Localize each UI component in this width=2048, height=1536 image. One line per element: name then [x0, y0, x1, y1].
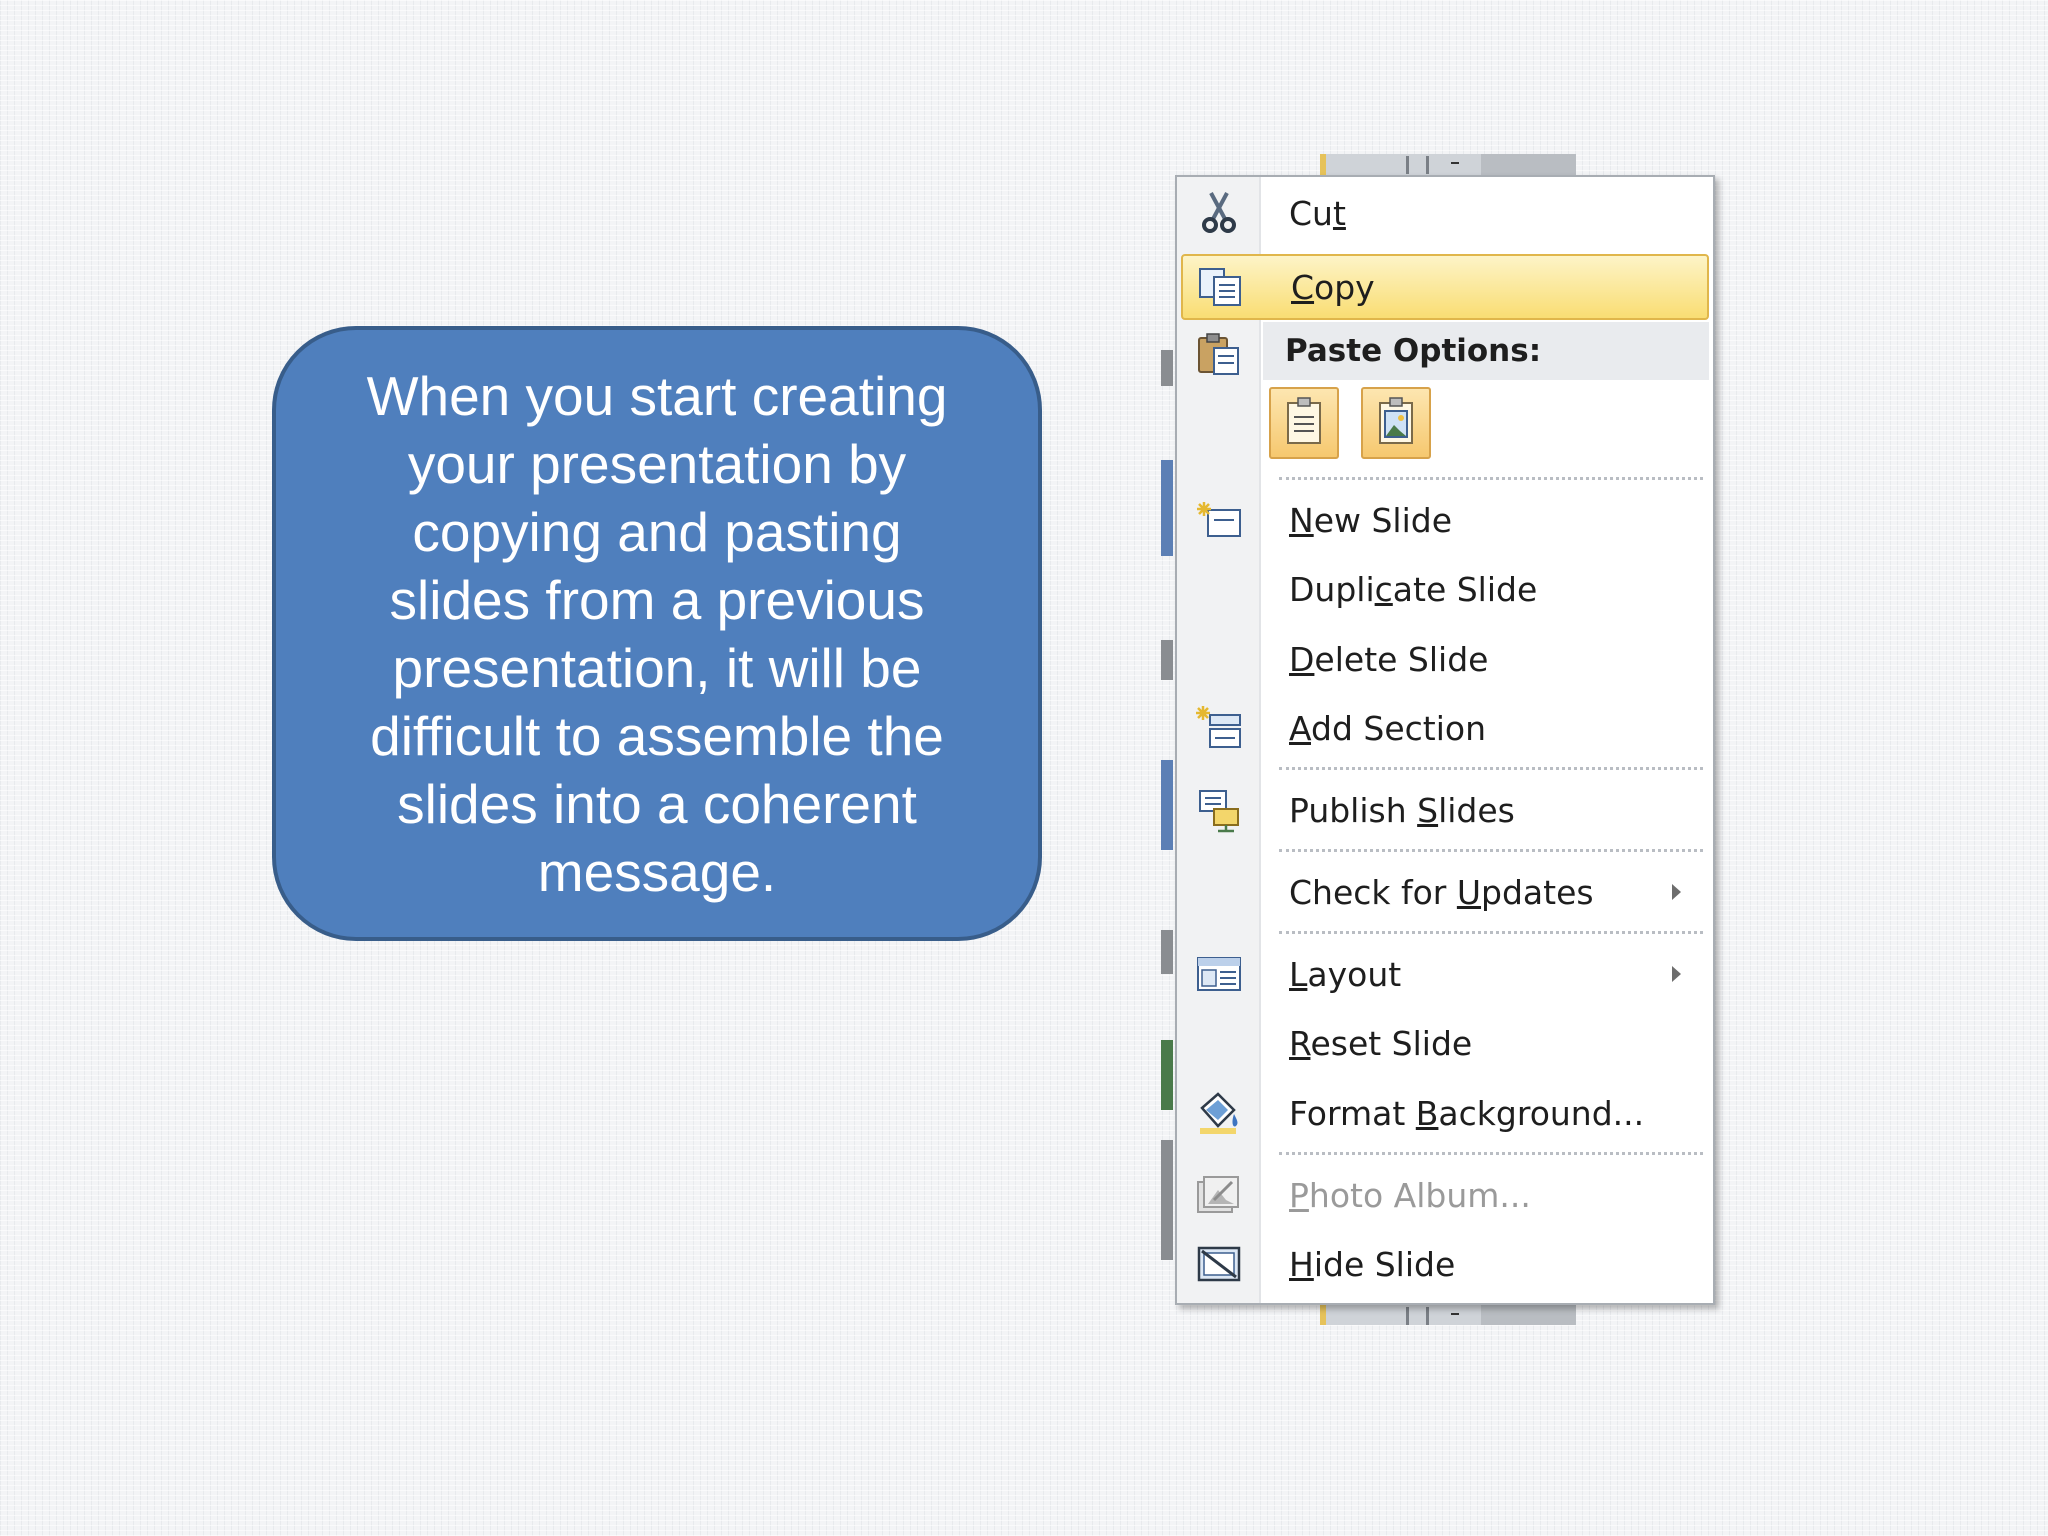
- menu-item-format-background[interactable]: Format Background...: [1181, 1080, 1709, 1146]
- menu-item-layout[interactable]: Layout: [1181, 941, 1709, 1007]
- menu-item-cut[interactable]: Cut: [1181, 180, 1709, 246]
- scissors-icon: [1195, 189, 1243, 237]
- paste-options-label: Paste Options:: [1285, 333, 1542, 369]
- slide-thumbnail-edge: [1161, 460, 1173, 556]
- menu-item-label: Check for Updates: [1289, 872, 1594, 912]
- callout-text: When you start creating your presentatio…: [366, 364, 948, 903]
- paste-as-picture-button[interactable]: [1361, 387, 1431, 459]
- menu-item-reset-slide[interactable]: Reset Slide: [1181, 1010, 1709, 1076]
- ruler-tick: [1426, 1307, 1429, 1325]
- layout-icon: [1195, 950, 1243, 998]
- paste-use-destination-theme-button[interactable]: [1269, 387, 1339, 459]
- slide-thumbnail-edge: [1161, 760, 1173, 850]
- menu-item-label: New Slide: [1289, 500, 1453, 540]
- menu-item-duplicate-slide[interactable]: Duplicate Slide: [1181, 556, 1709, 622]
- menu-item-label: Add Section: [1289, 708, 1486, 748]
- ruler-dash: [1451, 1313, 1459, 1315]
- menu-separator: [1279, 477, 1703, 480]
- ruler-dash: [1451, 162, 1459, 164]
- menu-item-label: Delete Slide: [1289, 639, 1489, 679]
- publish-slides-icon: [1195, 786, 1243, 834]
- menu-item-label: Publish Slides: [1289, 790, 1515, 830]
- add-section-icon: [1195, 704, 1243, 752]
- menu-item-label: Cut: [1289, 193, 1346, 233]
- slide-thumbnail-edge: [1161, 1140, 1173, 1260]
- menu-separator: [1279, 1152, 1703, 1155]
- paste-options-row: [1269, 387, 1431, 467]
- ruler-tick: [1406, 1307, 1409, 1325]
- menu-item-delete-slide[interactable]: Delete Slide: [1181, 626, 1709, 692]
- menu-item-label: Reset Slide: [1289, 1023, 1473, 1063]
- menu-separator: [1279, 931, 1703, 934]
- ruler-fragment-bottom: [1320, 1305, 1576, 1325]
- ruler-tick: [1426, 156, 1429, 174]
- menu-item-check-for-updates[interactable]: Check for Updates: [1181, 859, 1709, 925]
- clipboard-icon: [1195, 330, 1243, 378]
- ruler-fragment-top: [1320, 154, 1576, 176]
- ruler-tick: [1406, 156, 1409, 174]
- slide-context-menu: Cut Copy Paste Options: New Slide Duplic…: [1175, 175, 1715, 1305]
- menu-item-copy[interactable]: Copy: [1181, 254, 1709, 320]
- copy-icon: [1197, 263, 1245, 311]
- new-slide-icon: [1195, 496, 1243, 544]
- slide-thumbnail-edge: [1161, 350, 1173, 386]
- menu-item-label: Duplicate Slide: [1289, 569, 1538, 609]
- menu-item-new-slide[interactable]: New Slide: [1181, 487, 1709, 553]
- slide-thumbnail-edge: [1161, 640, 1173, 680]
- menu-item-publish-slides[interactable]: Publish Slides: [1181, 777, 1709, 843]
- menu-item-label: Format Background...: [1289, 1093, 1645, 1133]
- hide-slide-icon: [1195, 1240, 1243, 1288]
- paste-document-icon: [1282, 395, 1326, 451]
- photo-album-icon: [1195, 1171, 1243, 1219]
- ruler-segment: [1481, 154, 1576, 176]
- ruler-segment: [1481, 1305, 1576, 1325]
- menu-item-label: Copy: [1291, 267, 1375, 307]
- menu-item-label: Layout: [1289, 954, 1402, 994]
- menu-separator: [1279, 849, 1703, 852]
- submenu-arrow-icon: [1672, 966, 1681, 982]
- menu-separator: [1279, 767, 1703, 770]
- menu-item-add-section[interactable]: Add Section: [1181, 695, 1709, 761]
- callout-box: When you start creating your presentatio…: [272, 326, 1042, 941]
- menu-item-label: Photo Album...: [1289, 1175, 1531, 1215]
- slide-thumbnail-edge: [1161, 1040, 1173, 1110]
- submenu-arrow-icon: [1672, 884, 1681, 900]
- menu-item-hide-slide[interactable]: Hide Slide: [1181, 1231, 1709, 1297]
- paste-options-header: Paste Options:: [1263, 322, 1709, 380]
- paste-picture-icon: [1374, 395, 1418, 451]
- slide-thumbnail-edge: [1161, 930, 1173, 974]
- menu-item-label: Hide Slide: [1289, 1244, 1456, 1284]
- menu-item-photo-album: Photo Album...: [1181, 1162, 1709, 1228]
- format-background-icon: [1195, 1089, 1243, 1137]
